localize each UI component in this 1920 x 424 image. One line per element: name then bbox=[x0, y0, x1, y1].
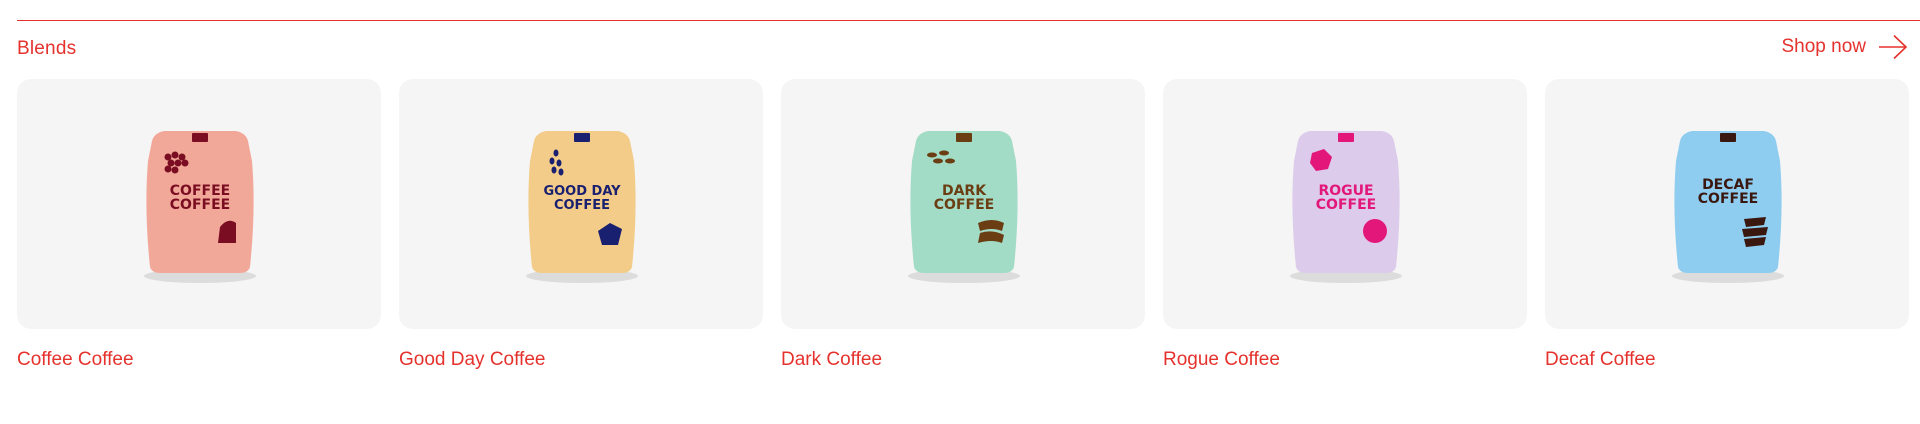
product-grid: COFFEE COFFEE Coffee Coffee GOOD DAY COF… bbox=[17, 79, 1909, 371]
svg-text:COFFEE: COFFEE bbox=[170, 197, 230, 213]
product-card[interactable]: DECAF COFFEE Decaf Coffee bbox=[1545, 79, 1909, 371]
product-card[interactable]: DARK COFFEE Dark Coffee bbox=[781, 79, 1145, 371]
coffee-bag-image: ROGUE COFFEE bbox=[1290, 131, 1402, 283]
svg-text:GOOD DAY: GOOD DAY bbox=[543, 184, 621, 199]
product-card[interactable]: COFFEE COFFEE Coffee Coffee bbox=[17, 79, 381, 371]
product-name[interactable]: Rogue Coffee bbox=[1163, 349, 1527, 371]
svg-text:COFFEE: COFFEE bbox=[554, 198, 610, 213]
arrow-right-icon bbox=[1878, 34, 1908, 60]
svg-text:COFFEE: COFFEE bbox=[934, 197, 994, 213]
svg-text:COFFEE: COFFEE bbox=[1698, 191, 1758, 207]
section-title: Blends bbox=[17, 38, 77, 59]
product-image[interactable]: ROGUE COFFEE bbox=[1163, 79, 1527, 329]
shop-now-label: Shop now bbox=[1781, 36, 1866, 57]
product-name[interactable]: Coffee Coffee bbox=[17, 349, 381, 371]
product-image[interactable]: COFFEE COFFEE bbox=[17, 79, 381, 329]
coffee-bag-image: DECAF COFFEE bbox=[1672, 131, 1784, 283]
product-card[interactable]: ROGUE COFFEE Rogue Coffee bbox=[1163, 79, 1527, 371]
section-divider bbox=[17, 20, 1920, 21]
product-card[interactable]: GOOD DAY COFFEE Good Day Coffee bbox=[399, 79, 763, 371]
product-image[interactable]: DARK COFFEE bbox=[781, 79, 1145, 329]
blends-section: Blends Shop now COFFEE COFFEE Coffee Cof… bbox=[0, 0, 1920, 424]
product-image[interactable]: GOOD DAY COFFEE bbox=[399, 79, 763, 329]
svg-text:COFFEE: COFFEE bbox=[1316, 197, 1376, 213]
product-image[interactable]: DECAF COFFEE bbox=[1545, 79, 1909, 329]
coffee-bag-image: COFFEE COFFEE bbox=[144, 131, 256, 283]
shop-now-link[interactable]: Shop now bbox=[1781, 34, 1908, 60]
coffee-bag-image: DARK COFFEE bbox=[908, 131, 1020, 283]
product-name[interactable]: Good Day Coffee bbox=[399, 349, 763, 371]
product-name[interactable]: Dark Coffee bbox=[781, 349, 1145, 371]
product-name[interactable]: Decaf Coffee bbox=[1545, 349, 1909, 371]
coffee-bag-image: GOOD DAY COFFEE bbox=[526, 131, 638, 283]
